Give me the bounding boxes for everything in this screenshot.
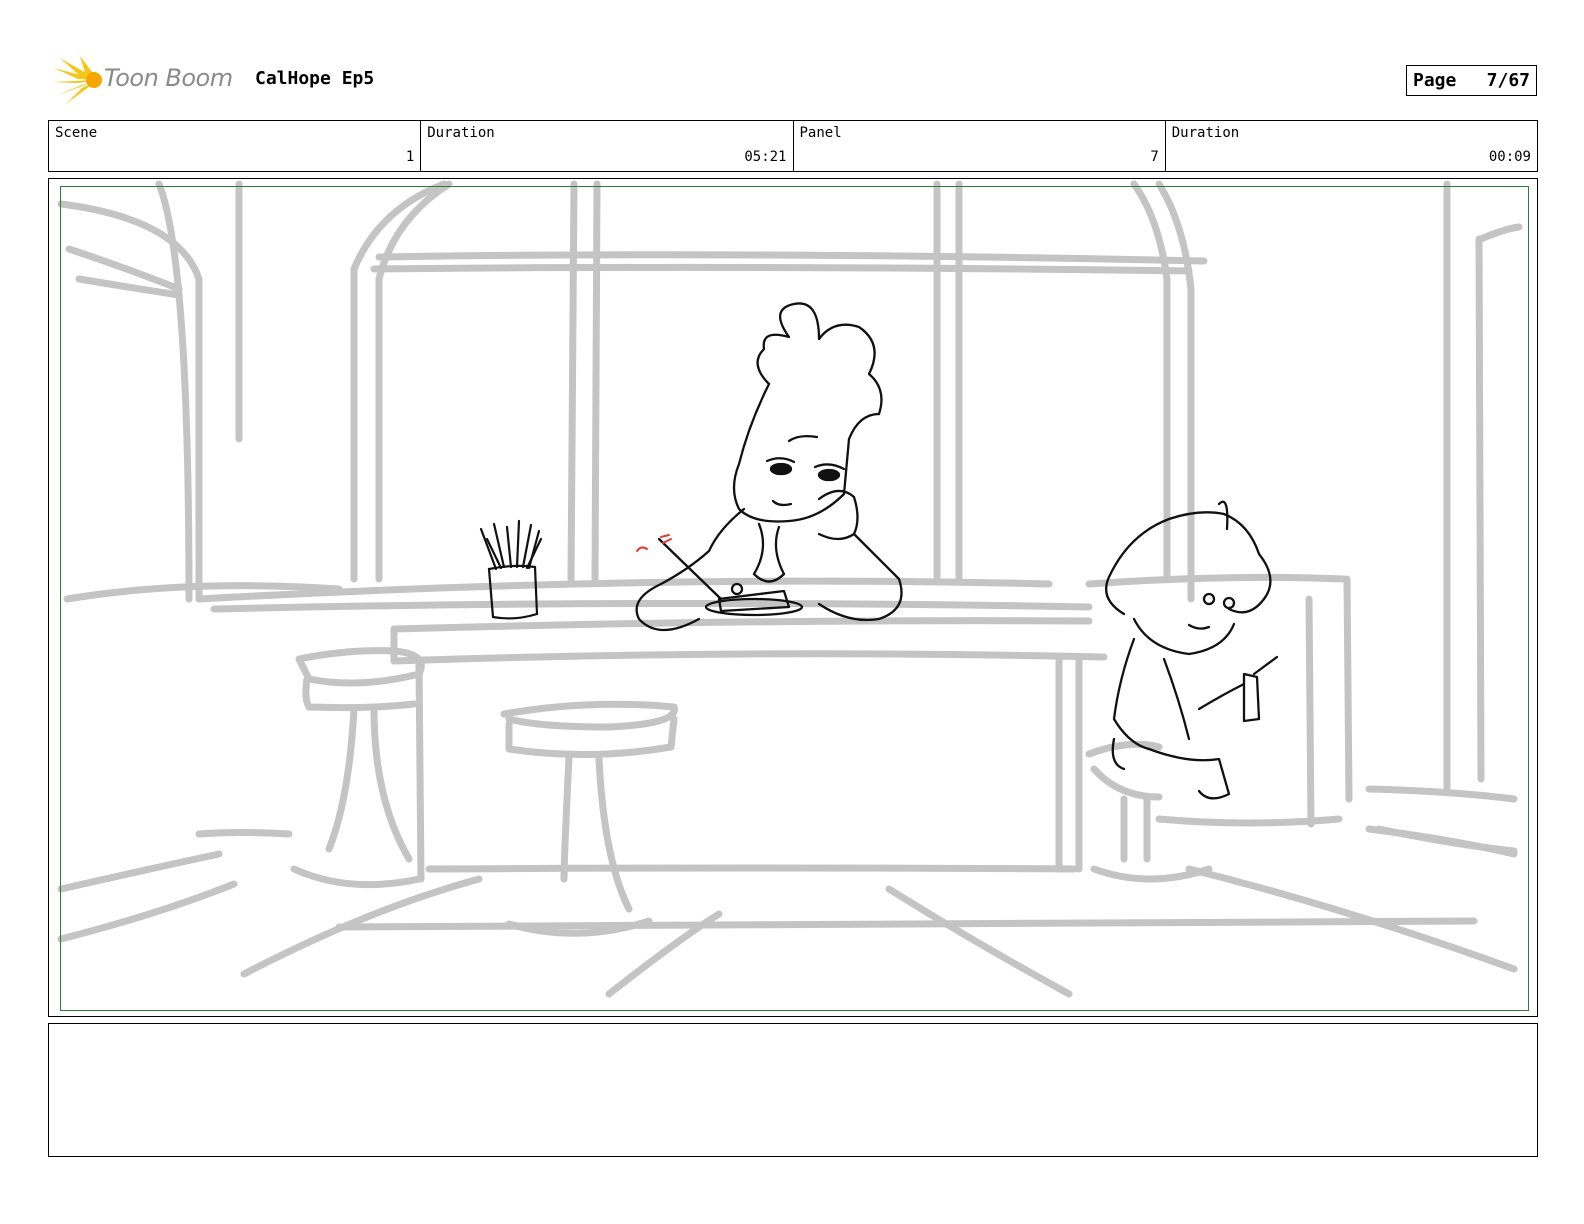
project-title: CalHope Ep5: [255, 68, 375, 89]
scene-duration-label: Duration: [427, 125, 495, 141]
logo-text: Toon Boom: [104, 64, 233, 92]
scene-value: 1: [405, 149, 415, 165]
scene-label: Scene: [55, 125, 98, 141]
panel-notes[interactable]: [48, 1023, 1538, 1157]
panel-duration-value: 00:09: [1488, 149, 1531, 165]
safe-area-frame: [60, 186, 1529, 1011]
page-label: Page: [1413, 70, 1457, 91]
panel-label: Panel: [799, 125, 842, 141]
panel-duration-cell: Duration 00:09: [1166, 121, 1537, 171]
panel-info-table: Scene 1 Duration 05:21 Panel 7 Duration …: [48, 120, 1538, 172]
scene-duration-cell: Duration 05:21: [421, 121, 794, 171]
storyboard-panel: [48, 178, 1538, 1017]
scene-cell: Scene 1: [49, 121, 422, 171]
panel-value: 7: [1150, 149, 1159, 165]
starburst-icon: [52, 56, 102, 104]
page-number: 7/67: [1486, 70, 1530, 91]
toon-boom-logo: Toon Boom: [50, 52, 240, 110]
scene-duration-value: 05:21: [744, 149, 787, 165]
page-indicator: Page 7/67: [1406, 65, 1537, 96]
panel-cell: Panel 7: [794, 121, 1166, 171]
panel-duration-label: Duration: [1171, 125, 1240, 141]
